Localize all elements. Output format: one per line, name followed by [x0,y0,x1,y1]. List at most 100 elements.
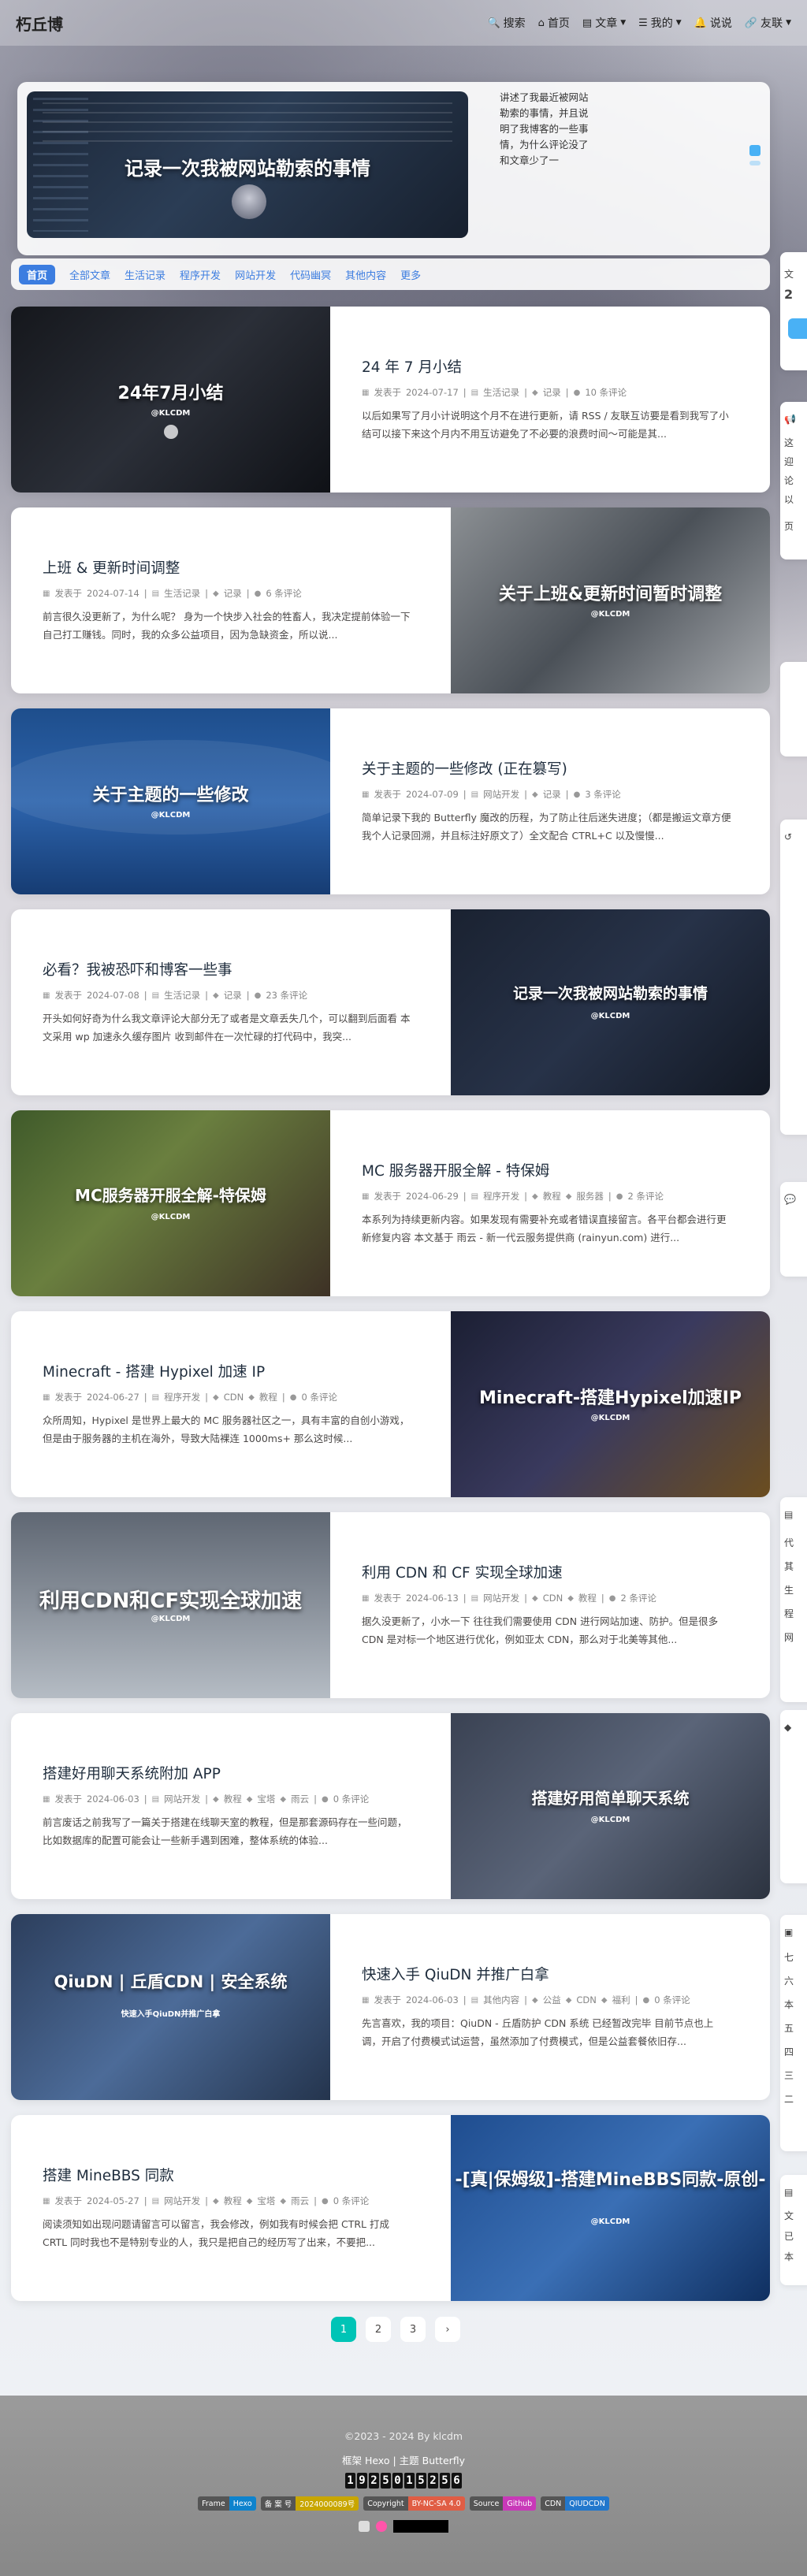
post-comments[interactable]: 2 条评论 [628,1190,664,1203]
post-comments[interactable]: 2 条评论 [621,1592,656,1604]
post-comments[interactable]: 6 条评论 [266,587,301,600]
featured-cover[interactable]: 记录一次我被网站勒索的事情 [27,91,468,238]
post-card[interactable]: 关于主题的一些修改 @KLCDM 关于主题的一些修改 (正在篡写) ▦ 发表于 20… [11,708,770,894]
aside-text[interactable]: 四 [784,2046,794,2058]
badge-cdn[interactable]: CDN QIUDCDN [541,2496,609,2511]
post-title[interactable]: 关于主题的一些修改 (正在篡写) [362,758,732,779]
aside-text[interactable]: 代 [784,1537,794,1549]
post-category[interactable]: 网站开发 [483,1592,519,1604]
badge-icp[interactable]: 备 案 号 2024000089号 [260,2496,359,2511]
post-comments[interactable]: 23 条评论 [266,989,307,1002]
menu-item-talks[interactable]: 🔔 说说 [694,15,732,31]
post-title[interactable]: 24 年 7 月小结 [362,356,732,377]
post-title[interactable]: 搭建 MineBBS 同款 [43,2165,413,2185]
category-program[interactable]: 程序开发 [180,267,221,282]
post-card[interactable]: 搭建 MineBBS 同款 ▦ 发表于 2024-05-27 | ▤ 网站开发 | ◆ 教程… [11,2115,770,2301]
post-tag[interactable]: 记录 [224,587,242,600]
aside-text[interactable]: 网 [784,1631,794,1644]
post-category[interactable]: 其他内容 [483,1994,519,2006]
post-category[interactable]: 生活记录 [483,386,519,399]
post-card[interactable]: 利用CDN和CF实现全球加速 @KLCDM 利用 CDN 和 CF 实现全球加速… [11,1512,770,1698]
aside-text[interactable]: 本 [784,1998,794,2011]
aside-text[interactable]: 二 [784,2093,794,2106]
post-category[interactable]: 程序开发 [483,1190,519,1203]
post-tag[interactable]: 宝塔 [257,1793,275,1805]
aside-text[interactable]: 程 [784,1608,794,1620]
framework-link[interactable]: Hexo [365,2455,390,2466]
post-comments[interactable]: 3 条评论 [585,788,620,801]
post-cover[interactable]: QiuDN | 丘盾CDN | 安全系统 快速入手QiuDN并推广白拿 [11,1914,330,2100]
post-card[interactable]: 24年7月小结 @KLCDM 24 年 7 月小结 ▦ 发表于 2024-07-17… [11,307,770,493]
category-code[interactable]: 代码幽冥 [290,267,331,282]
footer-banner[interactable] [393,2520,448,2533]
post-tag[interactable]: 宝塔 [257,2195,275,2207]
category-all[interactable]: 全部文章 [69,267,110,282]
post-title[interactable]: 上班 & 更新时间调整 [43,557,413,578]
post-cover[interactable]: 记录一次我被网站勒索的事情 @KLCDM [451,909,770,1095]
post-category[interactable]: 生活记录 [164,587,200,600]
menu-item-search[interactable]: 🔍 搜索 [487,15,525,31]
post-card[interactable]: 必看？我被恐吓和博客一些事 ▦ 发表于 2024-07-08 | ▤ 生活记录 | ◆ 记录… [11,909,770,1095]
post-card[interactable]: MC服务器开服全解-特保姆 @KLCDM MC 服务器开服全解 - 特保姆 ▦ 发… [11,1110,770,1296]
post-tag[interactable]: 福利 [612,1994,630,2006]
post-category[interactable]: 网站开发 [164,2195,200,2207]
aside-text[interactable]: 六 [784,1975,794,1987]
post-card[interactable]: Minecraft - 搭建 Hypixel 加速 IP ▦ 发表于 2024-06… [11,1311,770,1497]
badge-copyright[interactable]: Copyright BY-NC-SA 4.0 [363,2496,465,2511]
category-web[interactable]: 网站开发 [235,267,276,282]
menu-item-links[interactable]: 🔗 友联 ▼ [745,15,791,31]
post-category[interactable]: 程序开发 [164,1391,200,1403]
post-tag[interactable]: 教程 [224,1793,242,1805]
page-3[interactable]: 3 [400,2317,426,2342]
post-cover[interactable]: 利用CDN和CF实现全球加速 @KLCDM [11,1512,330,1698]
post-cover[interactable]: 24年7月小结 @KLCDM [11,307,330,493]
post-cover[interactable]: MC服务器开服全解-特保姆 @KLCDM [11,1110,330,1296]
menu-item-mine[interactable]: ☰ 我的 ▼ [638,15,682,31]
post-cover[interactable]: 关于上班&更新时间暂时调整 @KLCDM [451,507,770,693]
post-cover[interactable]: 关于主题的一些修改 @KLCDM [11,708,330,894]
post-comments[interactable]: 0 条评论 [333,2195,369,2207]
post-card[interactable]: QiuDN | 丘盾CDN | 安全系统 快速入手QiuDN并推广白拿 快速入手… [11,1914,770,2100]
post-tag[interactable]: CDN [224,1392,244,1403]
post-title[interactable]: 快速入手 QiuDN 并推广白拿 [362,1964,732,1984]
post-card[interactable]: 搭建好用聊天系统附加 APP ▦ 发表于 2024-06-03 | ▤ 网站开发 | ◆ 教… [11,1713,770,1899]
swiper-dot[interactable] [749,161,761,165]
swiper-dot[interactable] [749,145,761,156]
post-comments[interactable]: 10 条评论 [585,386,627,399]
badge-source[interactable]: Source Github [469,2496,537,2511]
aside-button[interactable] [788,318,807,339]
post-tag[interactable]: 雨云 [291,2195,309,2207]
next-page-button[interactable]: › [435,2317,460,2342]
menu-item-home[interactable]: ⌂ 首页 [538,15,570,31]
post-tag[interactable]: 教程 [543,1190,561,1203]
page-2[interactable]: 2 [366,2317,391,2342]
aside-text[interactable]: 七 [784,1951,794,1964]
featured-swiper[interactable]: 记录一次我被网站勒索的事情 讲述了我最近被网站勒索的事情，并且说明了我博客的一些… [17,82,770,255]
page-1[interactable]: 1 [331,2317,356,2342]
aside-text[interactable]: 三 [784,2069,794,2082]
post-title[interactable]: MC 服务器开服全解 - 特保姆 [362,1160,732,1180]
category-home[interactable]: 首页 [19,264,56,284]
site-title[interactable]: 朽丘博 [16,12,63,35]
post-comments[interactable]: 0 条评论 [654,1994,690,2006]
post-tag[interactable]: 教程 [224,2195,242,2207]
post-tag[interactable]: CDN [543,1593,563,1604]
category-more[interactable]: 更多 [400,267,421,282]
post-card[interactable]: 上班 & 更新时间调整 ▦ 发表于 2024-07-14 | ▤ 生活记录 | ◆ 记录 |… [11,507,770,693]
post-cover[interactable]: -[真|保姆级]-搭建MineBBS同款-原创- @KLCDM [451,2115,770,2301]
post-tag[interactable]: 雨云 [291,1793,309,1805]
post-tag[interactable]: 记录 [543,788,561,801]
post-tag[interactable]: 教程 [259,1391,277,1403]
post-cover[interactable]: 搭建好用简单聊天系统 @KLCDM [451,1713,770,1899]
post-tag[interactable]: 教程 [578,1592,597,1604]
category-other[interactable]: 其他内容 [345,267,386,282]
badge-frame[interactable]: Frame Hexo [198,2496,256,2511]
aside-text[interactable]: 其 [784,1560,794,1573]
gov-icon[interactable] [359,2521,370,2532]
aside-text[interactable]: 生 [784,1584,794,1597]
post-tag[interactable]: 记录 [543,386,561,399]
travel-icon[interactable] [376,2521,387,2532]
post-cover[interactable]: Minecraft-搭建Hypixel加速IP @KLCDM [451,1311,770,1497]
post-category[interactable]: 网站开发 [483,788,519,801]
aside-text[interactable]: 五 [784,2022,794,2035]
